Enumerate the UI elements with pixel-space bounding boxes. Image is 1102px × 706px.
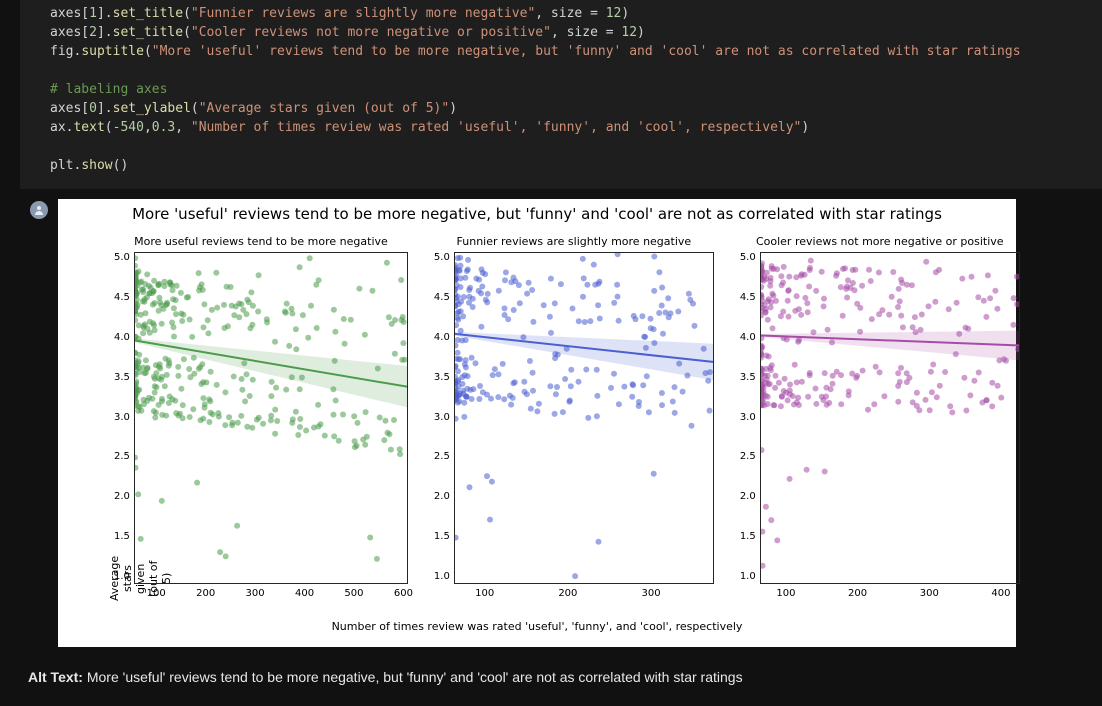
subplot-2: Cooler reviews not more negative or posi… [740,235,1020,602]
plot-area [134,252,408,584]
y-axis-ticks: 5.04.54.03.53.02.52.01.51.0 [434,252,454,582]
alt-text-label: Alt Text: [28,669,83,685]
alt-text-line: Alt Text: More 'useful' reviews tend to … [0,647,1102,685]
alt-text-value: More 'useful' reviews tend to be more ne… [87,669,743,685]
jupyter-output-cell: More 'useful' reviews tend to be more ne… [20,199,1102,647]
shared-x-label: Number of times review was rated 'useful… [58,602,1016,647]
user-avatar-icon [30,201,48,219]
subplot-title: More useful reviews tend to be more nega… [134,235,388,248]
figure-suptitle: More 'useful' reviews tend to be more ne… [58,199,1016,235]
subplot-0: More useful reviews tend to be more nega… [114,235,408,602]
y-axis-ticks: 5.04.54.03.53.02.52.01.51.0 [740,252,760,582]
jupyter-code-cell[interactable]: axes[1].set_title("Funnier reviews are s… [20,0,1102,189]
subplot-1: Funnier reviews are slightly more negati… [434,235,714,602]
subplot-title: Funnier reviews are slightly more negati… [457,235,692,248]
plot-area [454,252,714,584]
y-axis-ticks: 5.04.54.03.53.02.52.01.51.0 [114,252,134,582]
plot-area [760,252,1020,584]
matplotlib-figure: More 'useful' reviews tend to be more ne… [58,199,1016,647]
x-axis-ticks: 100200300400 [760,588,1018,602]
x-axis-ticks: 100200300 [454,588,712,602]
subplot-title: Cooler reviews not more negative or posi… [756,235,1004,248]
x-axis-ticks: 100200300400500600 [134,588,406,602]
